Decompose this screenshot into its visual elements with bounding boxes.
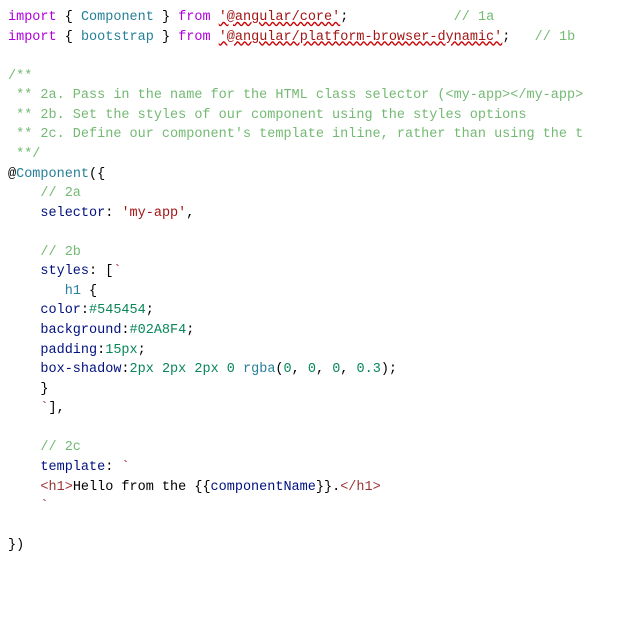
code-line: // 2b: [8, 245, 81, 260]
code-line: `: [8, 499, 49, 514]
code-line: box-shadow:2px 2px 2px 0 rgba(0, 0, 0, 0…: [8, 362, 397, 377]
decorator-line: @Component({: [8, 167, 105, 182]
code-line-2: import { bootstrap } from '@angular/plat…: [8, 30, 575, 45]
code-line: // 2a: [8, 186, 81, 201]
code-line: template: `: [8, 460, 130, 475]
code-line: background:#02A8F4;: [8, 323, 194, 338]
code-line: color:#545454;: [8, 303, 154, 318]
code-line: padding:15px;: [8, 343, 146, 358]
code-line: // 2c: [8, 440, 81, 455]
code-line: }: [8, 382, 49, 397]
code-line: `],: [8, 401, 65, 416]
comment-block: /** ** 2a. Pass in the name for the HTML…: [8, 69, 583, 162]
code-line: styles: [`: [8, 264, 121, 279]
code-line: <h1>Hello from the {{componentName}}.</h…: [8, 480, 381, 495]
code-line-1: import { Component } from '@angular/core…: [8, 10, 494, 25]
code-line: h1 {: [8, 284, 97, 299]
code-line: selector: 'my-app',: [8, 206, 194, 221]
